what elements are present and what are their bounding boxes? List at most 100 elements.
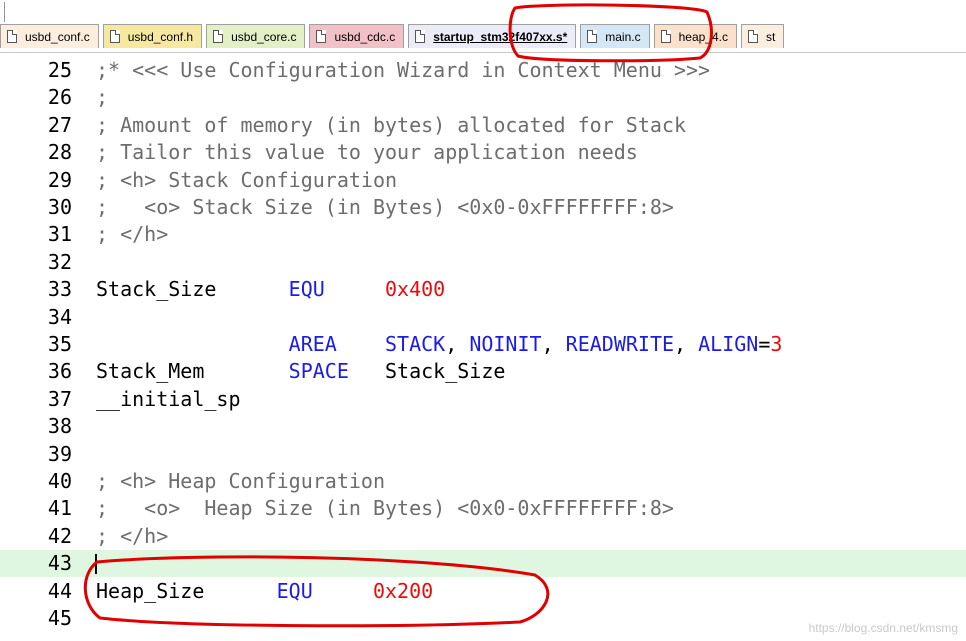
text-caret xyxy=(95,554,97,575)
code-text: ; Tailor this value to your application … xyxy=(96,139,638,166)
line-number: 38 xyxy=(47,414,72,439)
code-token: ; </h> xyxy=(96,222,169,247)
code-token: ; Amount of memory (in bytes) allocated … xyxy=(96,112,687,137)
code-token: ; Tailor this value to your application … xyxy=(96,140,638,165)
tab-startup-stm32f407xx-s-[interactable]: startup_stm32f407xx.s* xyxy=(408,24,577,48)
code-line[interactable]: 35 AREA STACK, NOINIT, READWRITE, ALIGN=… xyxy=(0,331,966,358)
line-number: 34 xyxy=(47,304,72,329)
code-line[interactable]: 40 ; <h> Heap Configuration xyxy=(0,468,966,495)
tab-label: usbd_conf.h xyxy=(127,29,194,44)
code-line[interactable]: 39 xyxy=(0,441,966,468)
tab-label: main.c xyxy=(605,29,641,44)
code-line[interactable]: 27 ; Amount of memory (in bytes) allocate… xyxy=(0,112,966,139)
file-tab-bar: usbd_conf.c usbd_conf.h usbd_core.c usbd_cd… xyxy=(0,0,966,53)
line-number: 26 xyxy=(47,85,72,110)
tab-label: usbd_cdc.c xyxy=(334,29,396,44)
code-line[interactable]: 26; xyxy=(0,84,966,111)
code-text: ; <o> Stack Size (in Bytes) <0x0-0xFFFFF… xyxy=(96,194,674,221)
line-number: 33 xyxy=(47,277,72,302)
tab-strip: usbd_conf.c usbd_conf.h usbd_core.c usbd_cd… xyxy=(0,24,788,51)
line-number: 29 xyxy=(47,167,72,192)
code-token: ; <h> Heap Configuration xyxy=(96,469,385,493)
file-icon xyxy=(660,30,671,43)
code-text: ;* <<< Use Configuration Wizard in Conte… xyxy=(96,57,710,84)
line-number: 43 xyxy=(47,551,72,576)
code-line[interactable]: 32 xyxy=(0,249,966,276)
code-text: ; <h> Heap Configuration xyxy=(96,468,385,495)
code-token: 3 xyxy=(770,332,783,356)
code-line[interactable]: 30 ; <o> Stack Size (in Bytes) <0x0-0xFFF… xyxy=(0,194,966,221)
code-token: Stack_Size xyxy=(96,277,289,302)
tab-usbd-cdc-c[interactable]: usbd_cdc.c xyxy=(309,24,405,48)
file-icon xyxy=(109,30,120,43)
line-number: 27 xyxy=(47,112,72,137)
line-number: 28 xyxy=(47,140,72,165)
code-token: ; <o> Heap Size (in Bytes) <0x0-0xFFFFFF… xyxy=(96,496,674,521)
code-line[interactable]: 29 ; <h> Stack Configuration xyxy=(0,167,966,194)
code-line[interactable]: 34 xyxy=(0,304,966,331)
code-line[interactable]: 43 xyxy=(0,550,966,578)
line-number: 37 xyxy=(47,386,72,411)
code-line[interactable]: 37 __initial_sp xyxy=(0,386,966,413)
code-text: Stack_Size EQU 0x400 xyxy=(96,276,445,303)
code-token: Stack_Size xyxy=(385,359,506,384)
line-number: 35 xyxy=(47,332,72,356)
toolbar-divider xyxy=(4,2,5,22)
code-text: ; <h> Stack Configuration xyxy=(96,167,397,194)
code-line[interactable]: 44 Heap_Size EQU 0x200 xyxy=(0,578,966,605)
tab-usbd-core-c[interactable]: usbd_core.c xyxy=(206,24,306,48)
tab-label: st xyxy=(766,29,776,44)
line-number: 42 xyxy=(47,523,72,548)
line-number: 39 xyxy=(47,441,72,466)
line-number: 41 xyxy=(47,496,72,521)
code-token: 0x200 xyxy=(372,578,434,603)
code-line[interactable]: 28 ; Tailor this value to your applicatio… xyxy=(0,139,966,166)
code-line[interactable]: 31 ; </h> xyxy=(0,221,966,248)
file-icon xyxy=(316,30,327,43)
code-line[interactable]: 36 Stack_Mem SPACE Stack_Size xyxy=(0,358,966,385)
code-token: = xyxy=(758,332,771,356)
code-line[interactable]: 33 Stack_Size EQU 0x400 xyxy=(0,276,966,303)
code-text: Heap_Size EQU 0x200 xyxy=(96,578,433,605)
code-line[interactable]: 25 ;* <<< Use Configuration Wizard in Con… xyxy=(0,57,966,84)
code-text: ; xyxy=(96,84,108,111)
file-icon xyxy=(587,30,598,43)
file-icon xyxy=(748,30,758,43)
code-token: READWRITE xyxy=(565,332,675,356)
code-editor[interactable]: 25 ;* <<< Use Configuration Wizard in Con… xyxy=(0,53,966,641)
tab-label: usbd_conf.c xyxy=(25,29,90,44)
tab-usbd-conf-c[interactable]: usbd_conf.c xyxy=(0,24,99,48)
tab-heap-4-c[interactable]: heap_4.c xyxy=(653,24,737,48)
code-token: ;* <<< Use Configuration Wizard in Conte… xyxy=(96,58,711,82)
tab-usbd-conf-h[interactable]: usbd_conf.h xyxy=(102,24,203,48)
code-text: AREA STACK, NOINIT, READWRITE, ALIGN=3 xyxy=(96,331,783,358)
line-number: 31 xyxy=(47,222,72,247)
code-line[interactable]: 41 ; <o> Heap Size (in Bytes) <0x0-0xFFFF… xyxy=(0,495,966,522)
code-token: , xyxy=(674,332,699,356)
file-icon xyxy=(415,30,426,43)
tab-label: heap_4.c xyxy=(678,29,728,44)
code-text: ; </h> xyxy=(96,523,168,550)
code-token: ALIGN xyxy=(698,332,759,356)
line-number: 30 xyxy=(47,195,72,219)
code-text: __initial_sp xyxy=(96,386,241,413)
code-line[interactable]: 38 xyxy=(0,413,966,440)
code-token: STACK xyxy=(385,332,446,356)
tab-main-c[interactable]: main.c xyxy=(580,24,650,48)
code-token: AREA xyxy=(288,332,337,356)
line-number: 25 xyxy=(47,58,72,82)
code-token: , xyxy=(541,332,566,356)
code-token: , xyxy=(445,332,470,356)
code-line[interactable]: 42 ; </h> xyxy=(0,523,966,550)
line-number: 36 xyxy=(47,359,72,384)
code-token: Stack_Mem xyxy=(96,359,289,384)
tab-label: usbd_core.c xyxy=(231,29,297,44)
code-token: Heap_Size xyxy=(96,578,277,603)
tab-st[interactable]: st xyxy=(741,24,785,48)
code-text: ; <o> Heap Size (in Bytes) <0x0-0xFFFFFF… xyxy=(96,495,674,522)
